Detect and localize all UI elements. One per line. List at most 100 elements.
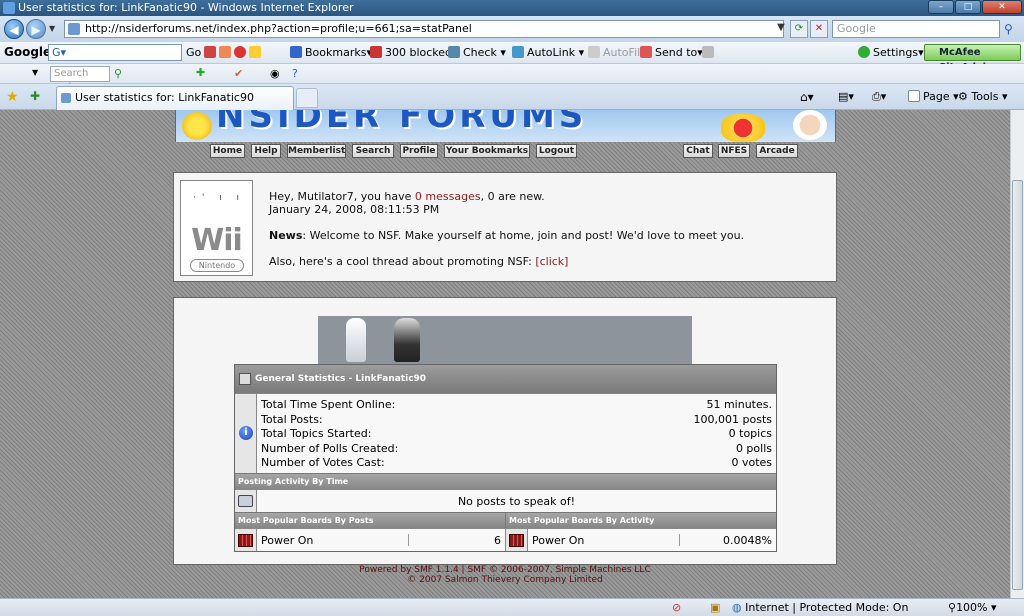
search-input[interactable]: Google xyxy=(832,20,1000,38)
tools-menu[interactable]: ⚙ Tools ▾ xyxy=(958,90,1008,103)
pagerank-icon[interactable] xyxy=(219,46,231,58)
board-link[interactable]: Power On xyxy=(528,529,680,551)
popup-blocker-icon xyxy=(370,46,382,58)
address-bar[interactable]: http://nsiderforums.net/index.php?action… xyxy=(64,20,784,38)
stop-icon[interactable]: ✕ xyxy=(810,20,828,38)
nav-chat[interactable]: Chat xyxy=(683,144,713,158)
help-icon[interactable]: ? xyxy=(292,67,298,80)
autolink-button[interactable]: AutoLink ▾ xyxy=(512,46,584,59)
footer-copyright: © 2007 Salmon Thievery Company Limited xyxy=(407,575,603,585)
books-icon xyxy=(238,534,253,547)
board-post-count: 6 xyxy=(409,529,505,551)
forward-button[interactable]: ▶ xyxy=(26,19,46,39)
nav-your-bookmarks[interactable]: Your Bookmarks xyxy=(444,144,530,158)
stat-row: Total Time Spent Online: 51 minutes. xyxy=(261,398,772,413)
profile-banner-image xyxy=(318,316,692,364)
mail-icon[interactable] xyxy=(154,67,166,79)
search-icon[interactable]: ⚲ xyxy=(1004,22,1013,36)
vertical-scrollbar[interactable] xyxy=(1010,110,1024,598)
popular-by-activity-cell: Power On 0.0048% xyxy=(506,529,776,551)
stat-row: Total Posts: 100,001 posts xyxy=(261,413,772,428)
settings-button[interactable]: Settings▾ xyxy=(858,46,924,59)
board-link[interactable]: Power On xyxy=(257,529,409,551)
gmail-icon[interactable] xyxy=(204,46,216,58)
maximize-button[interactable]: □ xyxy=(955,0,981,14)
popup-blocker[interactable]: 300 blocked xyxy=(370,46,452,59)
popular-boards-row: Power On 6 Power On 0.0048% xyxy=(235,528,776,551)
banner-star-graphic xyxy=(182,112,212,140)
general-stats-title: General Statistics - LinkFanatic90 xyxy=(255,374,427,384)
minimize-button[interactable]: – xyxy=(928,0,954,14)
footer-powered-by[interactable]: Powered by SMF 1.1.4 | SMF © 2006-2007, … xyxy=(173,565,837,575)
check-button[interactable]: Check ▾ xyxy=(448,46,506,59)
toolbar-search-input[interactable]: Search web... xyxy=(50,66,110,93)
feeds-icon[interactable]: ✔ xyxy=(234,67,243,80)
page-footer: Powered by SMF 1.1.4 | SMF © 2006-2007, … xyxy=(173,565,837,585)
nav-profile[interactable]: Profile xyxy=(400,144,438,158)
pencil-glyph xyxy=(702,46,714,58)
promo-click-link[interactable]: [click] xyxy=(535,255,568,268)
greeting-suffix: , 0 are new. xyxy=(480,190,545,203)
bookmarks-menu[interactable]: Bookmarks▾ xyxy=(290,46,372,59)
zone-indicator[interactable]: ◍ Internet | Protected Mode: On xyxy=(732,599,908,616)
messages-link[interactable]: 0 messages xyxy=(415,190,481,203)
stat-row: Number of Votes Cast: 0 votes xyxy=(261,456,772,471)
tools-menu-label: Tools ▾ xyxy=(971,90,1008,103)
zone-text: Internet | Protected Mode: On xyxy=(745,601,909,614)
privacy-icon[interactable]: ⊘ xyxy=(672,599,681,616)
page-menu[interactable]: Page ▾ xyxy=(908,90,959,103)
avatar[interactable]: ·' ı ı Wii Nintendo xyxy=(180,180,253,276)
nav-memberlist[interactable]: Memberlist xyxy=(287,144,346,158)
zoom-control[interactable]: ⚲100% ▾ xyxy=(948,599,997,616)
avatar-sensor-marks: ·' ı ı xyxy=(193,193,246,203)
messenger-icon[interactable]: ◉ xyxy=(270,67,280,80)
toolbar-dropdown-icon[interactable]: ▼ xyxy=(32,68,38,77)
go-button[interactable]: Go xyxy=(186,46,201,59)
lock-icon: ▣ xyxy=(710,601,721,614)
autolink-icon xyxy=(512,46,524,58)
scrollbar-thumb[interactable] xyxy=(1012,180,1023,590)
nav-logout[interactable]: Logout xyxy=(536,144,577,158)
home-icon[interactable]: ⌂▾ xyxy=(800,90,814,104)
url-text: http://nsiderforums.net/index.php?action… xyxy=(85,22,472,35)
star-bookmark-icon[interactable] xyxy=(249,46,261,58)
new-tab-button[interactable] xyxy=(296,88,318,108)
current-datetime: January 24, 2008, 08:11:53 PM xyxy=(269,203,440,216)
nav-home[interactable]: Home xyxy=(210,144,245,158)
close-button[interactable]: ✕ xyxy=(982,0,1022,14)
nav-arcade[interactable]: Arcade xyxy=(756,144,798,158)
spell-icon[interactable] xyxy=(234,46,246,58)
stat-label: Number of Polls Created: xyxy=(261,441,399,455)
refresh-icon[interactable]: ⟳ xyxy=(790,20,808,38)
add-icon[interactable]: ✚ xyxy=(196,66,205,79)
feeds-button-icon[interactable]: ▤▾ xyxy=(838,90,854,103)
board-name: Power On xyxy=(532,534,585,547)
add-favorites-icon[interactable]: ✚ xyxy=(30,89,40,103)
promo-line: Also, here's a cool thread about promoti… xyxy=(269,255,829,268)
toolbar-icons[interactable] xyxy=(204,46,264,59)
address-dropdown-icon[interactable]: ▼ xyxy=(772,20,790,38)
send-to-button[interactable]: Send to▾ xyxy=(640,46,703,59)
nav-help[interactable]: Help xyxy=(251,144,281,158)
favorites-star-icon[interactable]: ★ xyxy=(6,89,19,105)
back-button[interactable]: ◀ xyxy=(4,19,24,39)
history-dropdown-icon[interactable]: ▼ xyxy=(49,24,55,33)
statistics-panel: General Statistics - LinkFanatic90 i Tot… xyxy=(173,297,837,565)
toolbar-search-icon[interactable]: ⚲ xyxy=(114,67,122,80)
tab-label: User statistics for: LinkFanatic90 xyxy=(75,91,254,104)
stat-label: Total Topics Started: xyxy=(261,427,372,440)
google-search-input[interactable]: G▾ xyxy=(48,44,182,61)
mcafee-siteadvisor-button[interactable]: McAfee SiteAdvisor ▾ xyxy=(924,44,1021,73)
stat-value: 51 minutes. xyxy=(706,398,772,411)
spellcheck-icon xyxy=(448,46,460,58)
autofill-button[interactable]: AutoFill xyxy=(588,46,643,59)
print-icon[interactable]: ⎙▾ xyxy=(872,90,886,104)
tab-active[interactable]: User statistics for: LinkFanatic90 xyxy=(56,86,294,110)
general-stats-row: i Total Time Spent Online: 51 minutes. To… xyxy=(235,393,776,473)
ie-logo-icon xyxy=(3,2,15,14)
dark-figure-graphic xyxy=(394,318,420,362)
nav-nfes[interactable]: NFES xyxy=(718,144,750,158)
toolbar-logo-icon[interactable] xyxy=(8,68,20,80)
nav-search[interactable]: Search xyxy=(352,144,394,158)
pencil-icon[interactable] xyxy=(702,46,717,59)
